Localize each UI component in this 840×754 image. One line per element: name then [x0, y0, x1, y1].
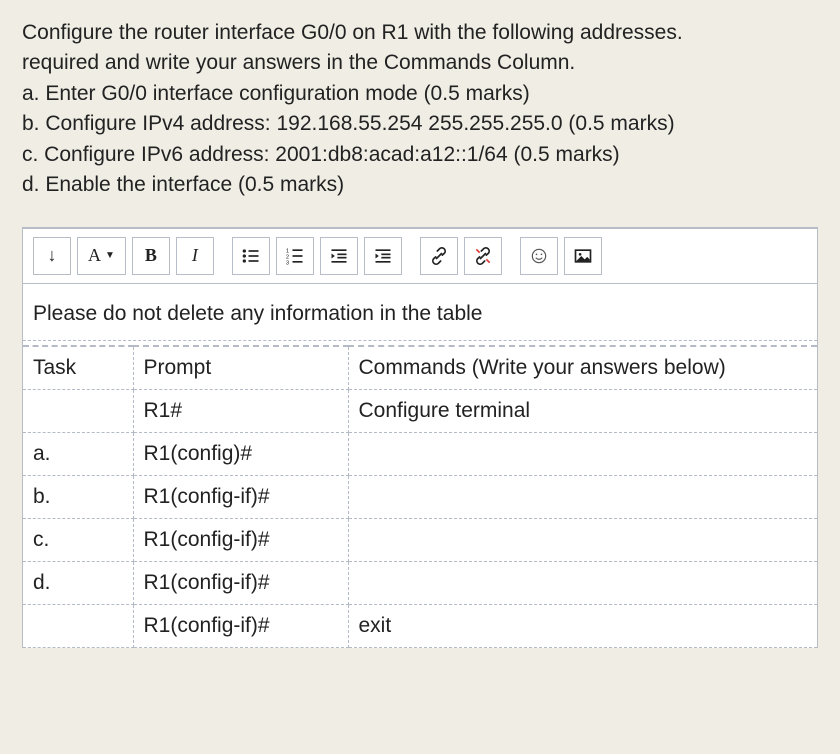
cell-command[interactable] — [348, 518, 817, 561]
table-row: b. R1(config-if)# — [23, 475, 817, 518]
question-line-1: Configure the router interface G0/0 on R… — [22, 18, 818, 48]
italic-button[interactable]: I — [176, 237, 214, 275]
link-button[interactable] — [420, 237, 458, 275]
header-prompt: Prompt — [133, 346, 348, 390]
table-instruction: Please do not delete any information in … — [23, 296, 817, 341]
page: Configure the router interface G0/0 on R… — [0, 0, 840, 754]
cell-prompt[interactable]: R1# — [133, 389, 348, 432]
table-row: R1# Configure terminal — [23, 389, 817, 432]
image-button[interactable] — [564, 237, 602, 275]
cell-task[interactable] — [23, 604, 133, 647]
bold-button[interactable]: B — [132, 237, 170, 275]
link-icon — [429, 246, 449, 266]
indent-icon — [373, 246, 393, 266]
unlink-button[interactable] — [464, 237, 502, 275]
outdent-icon — [329, 246, 349, 266]
cell-command[interactable]: exit — [348, 604, 817, 647]
outdent-button[interactable] — [320, 237, 358, 275]
header-task: Task — [23, 346, 133, 390]
image-icon — [573, 246, 593, 266]
ordered-list-icon: 123 — [285, 246, 305, 266]
editor-toolbar: ↓ A ▼ B I 123 — [23, 229, 817, 284]
cell-command[interactable] — [348, 561, 817, 604]
cell-prompt[interactable]: R1(config)# — [133, 432, 348, 475]
smiley-icon — [529, 246, 549, 266]
table-row: a. R1(config)# — [23, 432, 817, 475]
question-subtask-a: a. Enter G0/0 interface configuration mo… — [22, 79, 818, 109]
answers-table: Task Prompt Commands (Write your answers… — [23, 345, 817, 648]
cell-command[interactable] — [348, 432, 817, 475]
toolbar-toggle-button[interactable]: ↓ — [33, 237, 71, 275]
font-style-label: A — [88, 245, 101, 266]
cell-task[interactable]: b. — [23, 475, 133, 518]
question-subtask-b: b. Configure IPv4 address: 192.168.55.25… — [22, 109, 818, 139]
cell-task[interactable]: d. — [23, 561, 133, 604]
toolbar-toggle-icon: ↓ — [48, 245, 57, 266]
indent-button[interactable] — [364, 237, 402, 275]
unlink-icon — [473, 246, 493, 266]
cell-command[interactable] — [348, 475, 817, 518]
cell-task[interactable] — [23, 389, 133, 432]
question-text: Configure the router interface G0/0 on R… — [22, 18, 818, 201]
editor-container: ↓ A ▼ B I 123 — [22, 227, 818, 648]
italic-label: I — [192, 245, 198, 266]
editor-body[interactable]: Please do not delete any information in … — [23, 284, 817, 648]
unordered-list-icon — [241, 246, 261, 266]
cell-prompt[interactable]: R1(config-if)# — [133, 604, 348, 647]
question-subtask-d: d. Enable the interface (0.5 marks) — [22, 170, 818, 200]
unordered-list-button[interactable] — [232, 237, 270, 275]
emoji-button[interactable] — [520, 237, 558, 275]
cell-command[interactable]: Configure terminal — [348, 389, 817, 432]
svg-text:3: 3 — [286, 260, 289, 266]
cell-task[interactable]: c. — [23, 518, 133, 561]
table-header-row: Task Prompt Commands (Write your answers… — [23, 346, 817, 390]
table-row: c. R1(config-if)# — [23, 518, 817, 561]
ordered-list-button[interactable]: 123 — [276, 237, 314, 275]
header-commands: Commands (Write your answers below) — [348, 346, 817, 390]
cell-prompt[interactable]: R1(config-if)# — [133, 518, 348, 561]
cell-prompt[interactable]: R1(config-if)# — [133, 475, 348, 518]
cell-prompt[interactable]: R1(config-if)# — [133, 561, 348, 604]
bold-label: B — [145, 245, 157, 266]
table-row: R1(config-if)# exit — [23, 604, 817, 647]
table-row: d. R1(config-if)# — [23, 561, 817, 604]
question-line-2: required and write your answers in the C… — [22, 48, 818, 78]
cell-task[interactable]: a. — [23, 432, 133, 475]
chevron-down-icon: ▼ — [105, 250, 115, 261]
question-subtask-c: c. Configure IPv6 address: 2001:db8:acad… — [22, 140, 818, 170]
font-style-dropdown[interactable]: A ▼ — [77, 237, 126, 275]
